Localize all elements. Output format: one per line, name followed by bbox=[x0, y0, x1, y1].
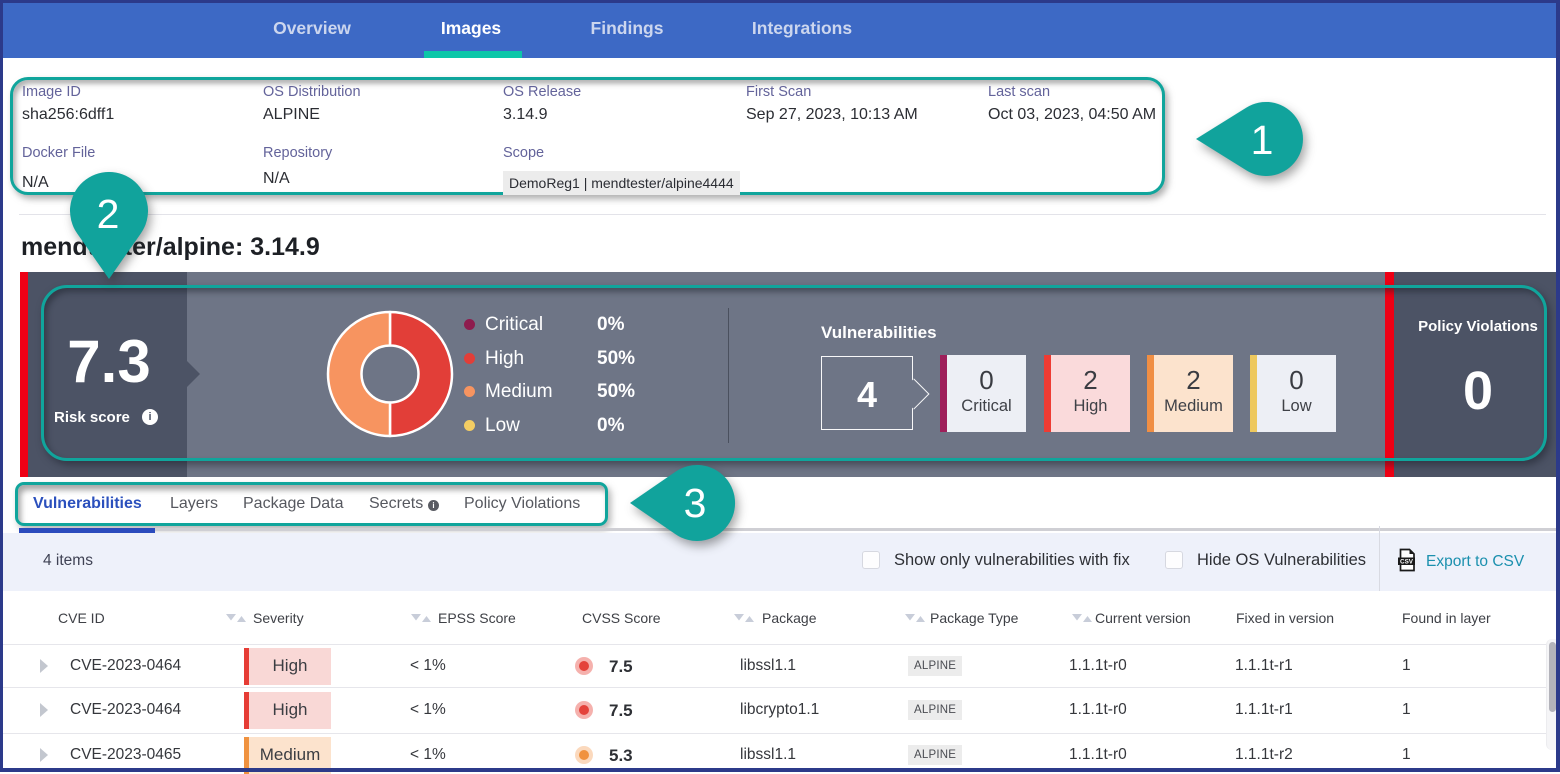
svg-text:1: 1 bbox=[1251, 117, 1274, 163]
svg-text:CSV: CSV bbox=[1400, 559, 1414, 566]
svg-text:3: 3 bbox=[684, 480, 707, 526]
